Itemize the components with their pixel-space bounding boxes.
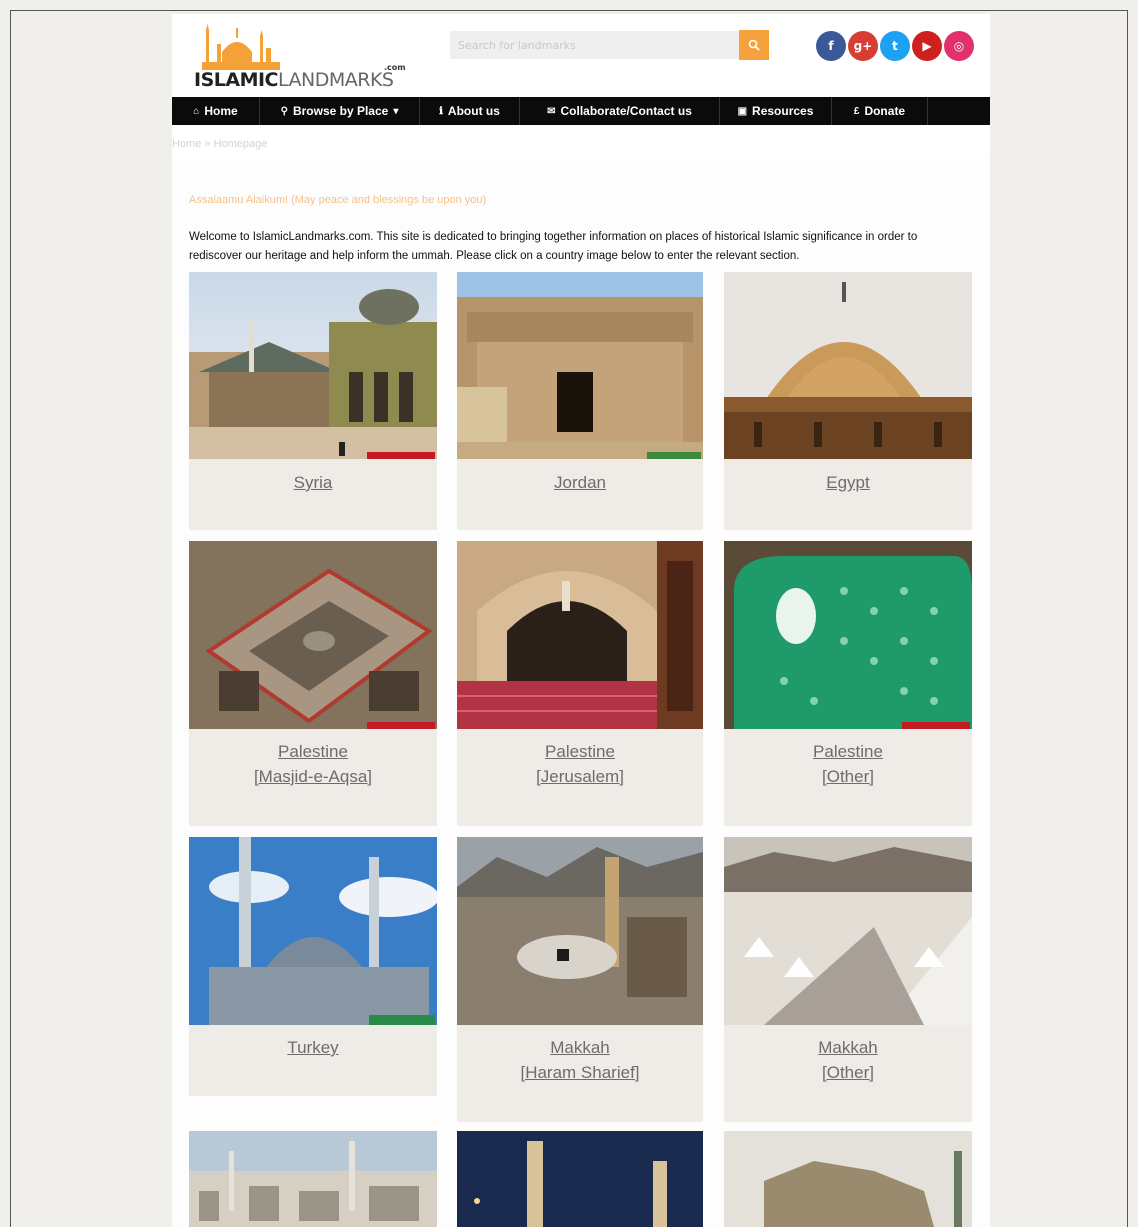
photo-credit-badge [902,722,970,729]
nav-collab-label: Collaborate/Contact us [560,104,692,118]
site-logo[interactable]: .com ISLAMICLANDMARKS [194,22,406,94]
google-plus-icon[interactable]: g+ [848,31,878,61]
logo-text-bold: ISLAMIC [194,69,279,91]
home-icon: ⌂ [193,105,200,117]
google-plus-glyph: g+ [853,39,873,53]
main-nav: ⌂ Home ⚲ Browse by Place ▾ ℹ About us ✉ Colla… [172,97,990,125]
nav-donate[interactable]: £ Donate [832,97,928,125]
info-icon: ℹ [439,105,443,117]
search-button[interactable] [739,30,769,60]
country-card-egypt[interactable]: Egypt [724,272,972,530]
palestine-other-image[interactable] [724,541,972,729]
syria-image[interactable] [189,272,437,459]
card-label[interactable]: Syria [189,470,437,495]
card-label-line1[interactable]: Makkah [457,1035,703,1060]
night-minarets-image[interactable] [457,1131,703,1227]
logo-text-light: LANDMARKS [278,69,394,91]
country-card-ruins[interactable] [724,1131,972,1227]
main-content: Assalaamu Alaikum! (May peace and blessi… [172,159,990,1227]
madinah-image[interactable] [189,1131,437,1227]
facebook-glyph: f [828,39,834,53]
photo-credit-badge [367,452,435,459]
card-label-line1[interactable]: Makkah [724,1035,972,1060]
turkey-image[interactable] [189,837,437,1025]
nav-home-label: Home [204,104,238,118]
card-label-line2[interactable]: [Haram Sharief] [457,1060,703,1085]
book-icon: ▣ [737,105,748,117]
search-input[interactable] [450,31,739,59]
card-label-line1[interactable]: Palestine [724,739,972,764]
nav-about[interactable]: ℹ About us [420,97,520,125]
masjid-e-aqsa-image[interactable] [189,541,437,729]
nav-home[interactable]: ⌂ Home [172,97,260,125]
nav-resources[interactable]: ▣ Resources [720,97,832,125]
card-label-line2[interactable]: [Jerusalem] [457,764,703,789]
card-label-line1[interactable]: Palestine [189,739,437,764]
makkah-other-image[interactable] [724,837,972,1025]
page-container: .com ISLAMICLANDMARKS f g+ t ▶ ◎ ⌂ Home ⚲… [172,14,990,1227]
egypt-image[interactable] [724,272,972,459]
card-label-line1[interactable]: Jordan [457,470,703,495]
card-label[interactable]: Palestine [Other] [724,739,972,789]
jerusalem-image[interactable] [457,541,703,729]
facebook-icon[interactable]: f [816,31,846,61]
nav-about-label: About us [447,104,500,118]
instagram-icon[interactable]: ◎ [944,31,974,61]
window-border-top [10,10,1128,11]
window-border-left [10,10,11,1227]
site-header: .com ISLAMICLANDMARKS f g+ t ▶ ◎ [172,14,990,97]
intro-text: Welcome to IslamicLandmarks.com. This si… [189,231,918,262]
card-label[interactable]: Makkah [Other] [724,1035,972,1085]
country-card-night-minarets[interactable] [457,1131,703,1227]
card-label-line2[interactable]: [Other] [724,1060,972,1085]
window-border-right [1127,10,1128,1227]
social-links: f g+ t ▶ ◎ [816,31,974,61]
card-label[interactable]: Jordan [457,470,703,495]
photo-credit-badge [367,722,435,729]
card-label[interactable]: Turkey [189,1035,437,1060]
search-icon [748,39,760,51]
country-card-syria[interactable]: Syria [189,272,437,530]
nav-browse-by-place[interactable]: ⚲ Browse by Place ▾ [260,97,420,125]
haram-sharief-image[interactable] [457,837,703,1025]
twitter-glyph: t [892,39,898,53]
youtube-glyph: ▶ [922,39,932,53]
youtube-icon[interactable]: ▶ [912,31,942,61]
pound-icon: £ [853,105,860,117]
card-label-line1[interactable]: Syria [189,470,437,495]
chevron-down-icon: ▾ [393,105,399,117]
breadcrumb[interactable]: Home » Homepage [172,138,267,150]
nav-donate-label: Donate [864,104,906,118]
mosque-logo-icon [202,24,280,70]
card-label-line2[interactable]: [Other] [724,764,972,789]
ruins-image[interactable] [724,1131,972,1227]
nav-collaborate-contact[interactable]: ✉ Collaborate/Contact us [520,97,720,125]
card-label-line2[interactable]: [Masjid-e-Aqsa] [189,764,437,789]
country-card-makkah-other[interactable]: Makkah [Other] [724,837,972,1122]
logo-text: ISLAMICLANDMARKS [194,69,394,91]
nav-browse-label: Browse by Place [292,104,389,118]
map-pin-icon: ⚲ [280,105,288,117]
card-label[interactable]: Makkah [Haram Sharief] [457,1035,703,1085]
country-card-madinah[interactable] [189,1131,437,1227]
twitter-icon[interactable]: t [880,31,910,61]
card-label-line1[interactable]: Egypt [724,470,972,495]
envelope-icon: ✉ [547,105,556,117]
nav-resources-label: Resources [752,104,814,118]
country-card-palestine-jerusalem[interactable]: Palestine [Jerusalem] [457,541,703,826]
country-card-jordan[interactable]: Jordan [457,272,703,530]
card-label[interactable]: Palestine [Jerusalem] [457,739,703,789]
instagram-glyph: ◎ [953,39,965,53]
greeting-text: Assalaamu Alaikum! (May peace and blessi… [189,194,487,206]
card-label-line1[interactable]: Turkey [189,1035,437,1060]
card-label[interactable]: Palestine [Masjid-e-Aqsa] [189,739,437,789]
country-card-makkah-haram-sharief[interactable]: Makkah [Haram Sharief] [457,837,703,1122]
country-card-palestine-masjid-e-aqsa[interactable]: Palestine [Masjid-e-Aqsa] [189,541,437,826]
country-card-turkey[interactable]: Turkey [189,837,437,1096]
card-label-line1[interactable]: Palestine [457,739,703,764]
jordan-image[interactable] [457,272,703,459]
card-label[interactable]: Egypt [724,470,972,495]
country-card-palestine-other[interactable]: Palestine [Other] [724,541,972,826]
